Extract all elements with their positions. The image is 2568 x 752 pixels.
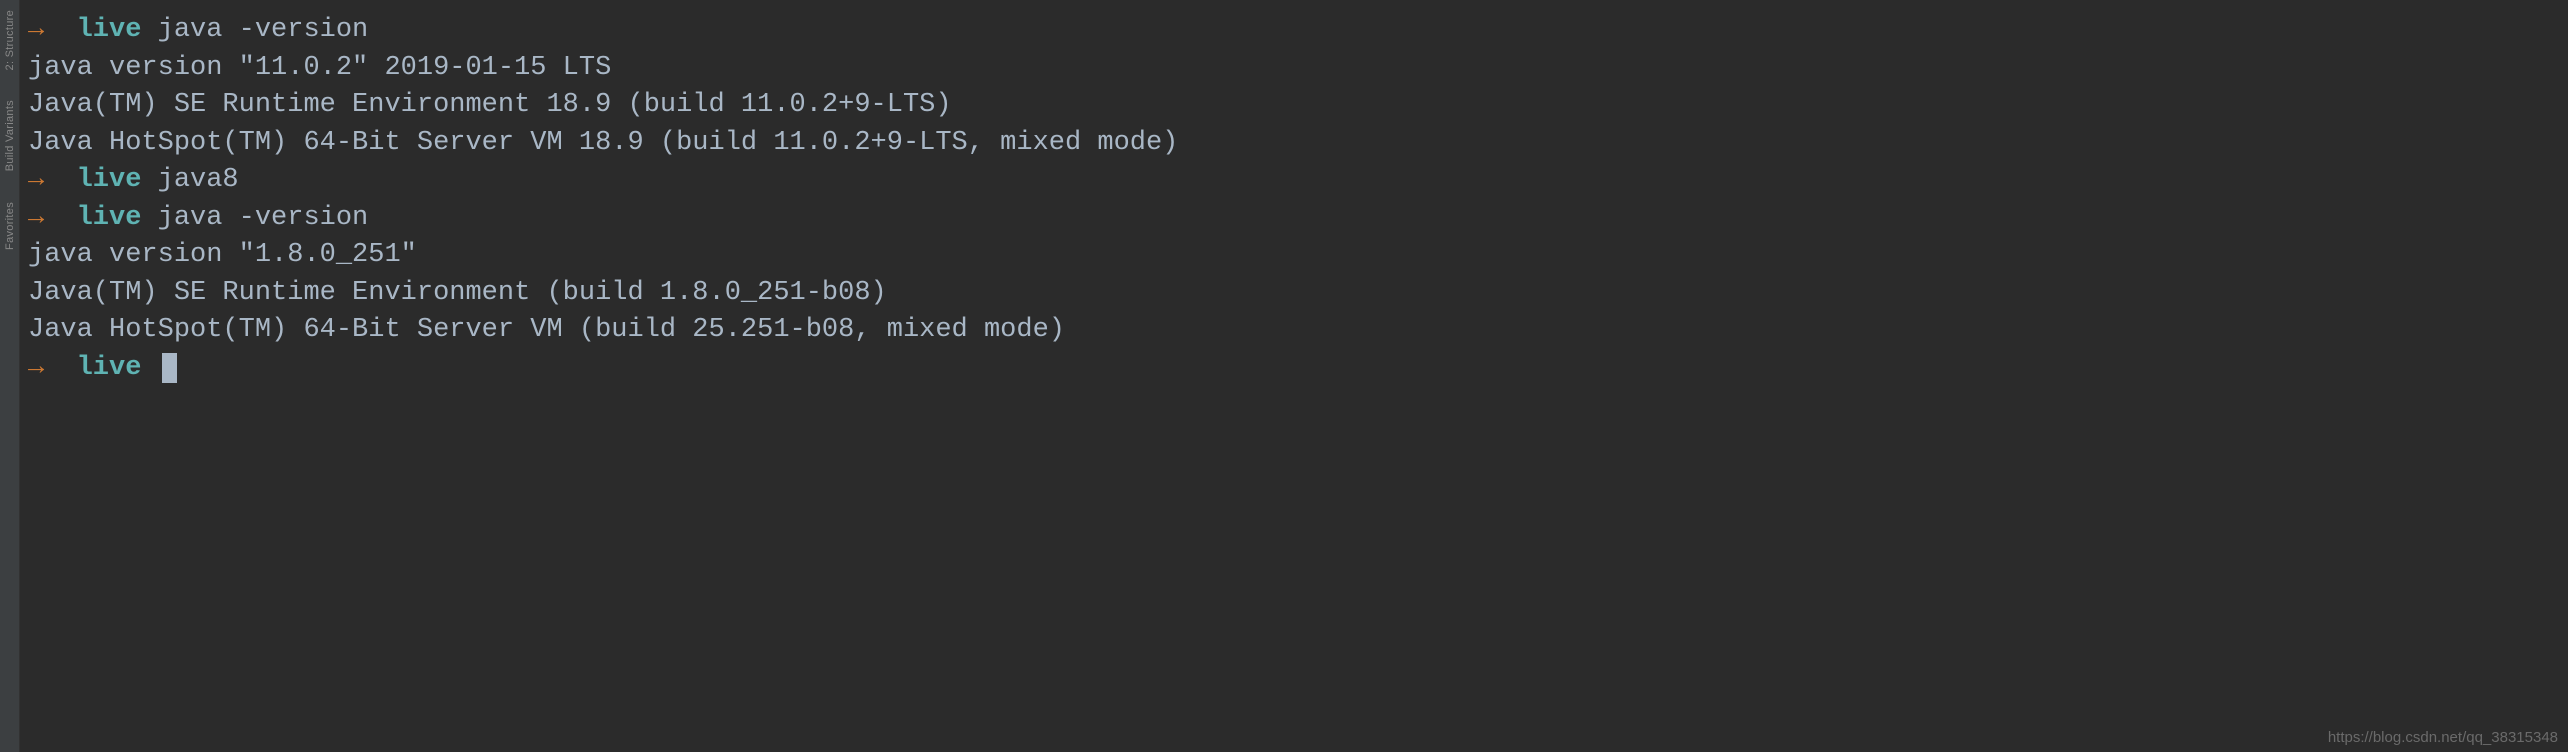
output-text: java version "11.0.2" 2019-01-15 LTS bbox=[28, 53, 611, 83]
output-text: Java(TM) SE Runtime Environment 18.9 (bu… bbox=[28, 90, 952, 120]
terminal-line: Java HotSpot(TM) 64-Bit Server VM 18.9 (… bbox=[20, 125, 2568, 163]
prompt-arrow-icon: → bbox=[28, 165, 44, 195]
terminal-line: Java HotSpot(TM) 64-Bit Server VM (build… bbox=[20, 312, 2568, 350]
terminal-line: → live java8 bbox=[20, 162, 2568, 200]
prompt-venv: live bbox=[77, 353, 142, 383]
terminal-line: Java(TM) SE Runtime Environment (build 1… bbox=[20, 275, 2568, 313]
terminal-pane[interactable]: → live java -versionjava version "11.0.2… bbox=[20, 0, 2568, 752]
ide-sidebar: 2: Structure Build Variants Favorites bbox=[0, 0, 20, 752]
output-text: Java(TM) SE Runtime Environment (build 1… bbox=[28, 278, 887, 308]
cursor-icon bbox=[162, 353, 177, 383]
terminal-line: → live bbox=[20, 350, 2568, 388]
terminal-line: → live java -version bbox=[20, 200, 2568, 238]
prompt-venv: live bbox=[77, 165, 142, 195]
output-text: java version "1.8.0_251" bbox=[28, 240, 417, 270]
command-text: java -version bbox=[158, 203, 369, 233]
prompt-venv: live bbox=[77, 203, 142, 233]
prompt-arrow-icon: → bbox=[28, 353, 44, 383]
sidebar-tab-structure[interactable]: 2: Structure bbox=[4, 10, 16, 70]
prompt-venv: live bbox=[77, 15, 142, 45]
terminal-line: java version "11.0.2" 2019-01-15 LTS bbox=[20, 50, 2568, 88]
terminal-line: java version "1.8.0_251" bbox=[20, 237, 2568, 275]
output-text: Java HotSpot(TM) 64-Bit Server VM 18.9 (… bbox=[28, 128, 1178, 158]
watermark-text: https://blog.csdn.net/qq_38315348 bbox=[2328, 729, 2558, 746]
sidebar-tab-build-variants[interactable]: Build Variants bbox=[4, 100, 16, 171]
terminal-line: → live java -version bbox=[20, 12, 2568, 50]
output-text: Java HotSpot(TM) 64-Bit Server VM (build… bbox=[28, 315, 1065, 345]
command-text: java8 bbox=[158, 165, 239, 195]
prompt-arrow-icon: → bbox=[28, 15, 44, 45]
sidebar-tab-favorites[interactable]: Favorites bbox=[4, 202, 16, 250]
prompt-arrow-icon: → bbox=[28, 203, 44, 233]
command-text: java -version bbox=[158, 15, 369, 45]
terminal-line: Java(TM) SE Runtime Environment 18.9 (bu… bbox=[20, 87, 2568, 125]
